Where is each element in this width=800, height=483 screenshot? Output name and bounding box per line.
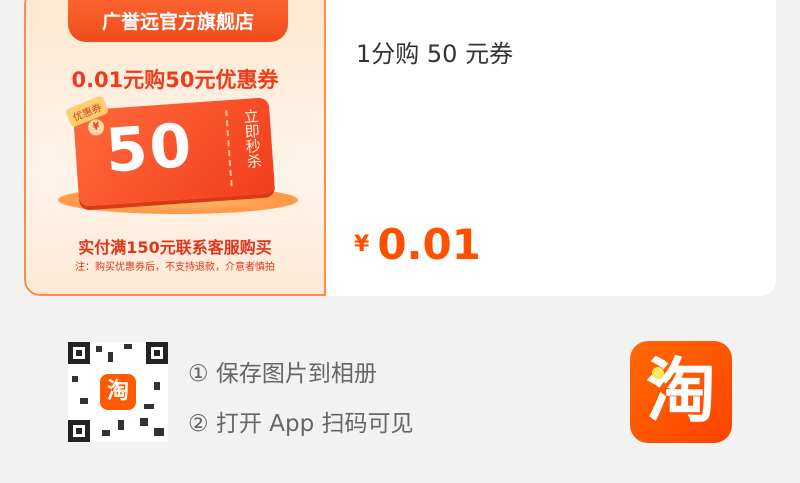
qr-module xyxy=(140,418,148,426)
yen-coin-icon: ¥ xyxy=(87,118,105,136)
instruction-step-1: ① 保存图片到相册 xyxy=(188,361,377,387)
taobao-app-icon[interactable]: 淘 xyxy=(630,341,732,443)
coupon-value: 50 xyxy=(103,110,196,187)
shop-name-banner: 广誉远官方旗舰店 xyxy=(68,0,288,42)
price-currency: ¥ xyxy=(354,232,370,257)
qr-module xyxy=(102,430,110,436)
qr-finder-pattern xyxy=(68,420,90,442)
qr-finder-pattern xyxy=(146,342,168,364)
taobao-logo-icon: 淘 xyxy=(100,374,136,410)
qr-module xyxy=(72,376,78,382)
qr-module xyxy=(80,398,88,404)
promo-condition: 实付满150元联系客服购买 xyxy=(78,238,272,257)
qr-code: 淘 xyxy=(68,342,168,442)
qr-module xyxy=(96,346,102,352)
app-icon-glyph: 淘 xyxy=(646,350,716,432)
qr-module xyxy=(154,382,160,390)
qr-module xyxy=(108,352,113,362)
qr-module xyxy=(144,404,154,409)
promo-note: 注：购买优惠券后，不支持退款，介意者慎拍 xyxy=(75,262,275,273)
app-icon-dot xyxy=(652,367,664,379)
price-value: 0.01 xyxy=(377,220,481,269)
qr-module xyxy=(118,420,124,430)
promo-title: 0.01元购50元优惠券 xyxy=(71,68,279,92)
coupon-ticket-graphic: 优惠券 ¥ 50 立即秒杀 xyxy=(64,95,276,207)
qr-module xyxy=(154,428,164,436)
product-title[interactable]: 1分购 50 元券 xyxy=(356,34,513,69)
qr-module xyxy=(124,344,132,349)
product-card[interactable]: 广誉远官方旗舰店 0.01元购50元优惠券 优惠券 ¥ 50 立即秒杀 实付满1… xyxy=(24,0,776,296)
ticket-divider xyxy=(225,110,233,187)
instruction-step-2: ② 打开 App 扫码可见 xyxy=(188,411,414,437)
qr-finder-pattern xyxy=(68,342,90,364)
coupon-cta-text: 立即秒杀 xyxy=(241,107,264,170)
product-image[interactable]: 广誉远官方旗舰店 0.01元购50元优惠券 优惠券 ¥ 50 立即秒杀 实付满1… xyxy=(24,0,326,296)
product-price: ¥0.01 xyxy=(354,220,481,269)
